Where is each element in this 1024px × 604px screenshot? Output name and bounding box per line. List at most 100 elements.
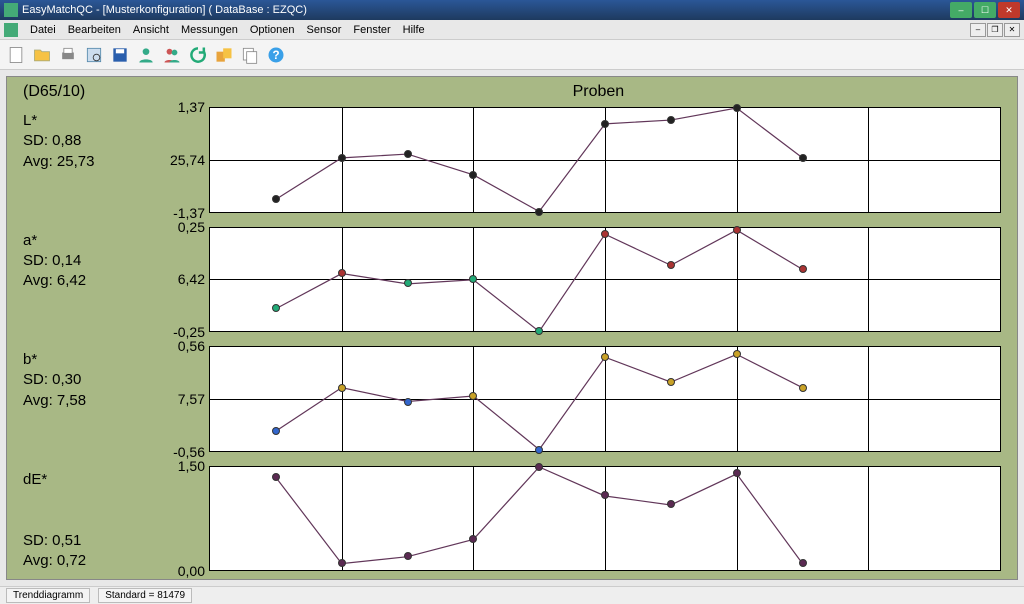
chart-axis: 1,3725,74-1,37 [163,107,209,213]
metric-name: b* [23,350,163,370]
data-point [338,269,346,277]
print-icon[interactable] [56,43,80,67]
menubar: DateiBearbeitenAnsichtMessungenOptionenS… [0,20,1024,40]
user1-icon[interactable] [134,43,158,67]
new-icon[interactable] [4,43,28,67]
data-point [272,195,280,203]
data-point [733,469,741,477]
axis-tick: 0,25 [178,219,205,235]
menu-item-hilfe[interactable]: Hilfe [397,22,431,38]
refresh-icon[interactable] [186,43,210,67]
data-point [404,279,412,287]
data-point [799,384,807,392]
charts-container: L*SD: 0,88Avg: 25,731,3725,74-1,37a*SD: … [23,107,1001,571]
axis-tick: 0,00 [178,563,205,579]
axis-tick: 0,56 [178,338,205,354]
trend-panel: (D65/10) Proben L*SD: 0,88Avg: 25,731,37… [6,76,1018,580]
save-icon[interactable] [108,43,132,67]
axis-tick: 6,42 [178,271,205,287]
data-point [667,261,675,269]
data-point [272,427,280,435]
chart-axis: 0,567,57-0,56 [163,346,209,452]
chart-axis: 1,500,00 [163,466,209,572]
metric-avg: Avg: 6,42 [23,271,163,291]
data-point [799,154,807,162]
help-icon[interactable]: ? [264,43,288,67]
menu-item-datei[interactable]: Datei [24,22,62,38]
chart-row-astar: a*SD: 0,14Avg: 6,420,256,42-0,25 [23,227,1001,333]
menu-item-bearbeiten[interactable]: Bearbeiten [62,22,127,38]
print-preview-icon[interactable] [82,43,106,67]
data-point [667,116,675,124]
data-point [469,275,477,283]
maximize-button[interactable]: ☐ [974,2,996,18]
data-point [733,104,741,112]
data-point [272,473,280,481]
panel-heading: (D65/10) [23,83,85,101]
chart-plot [209,227,1001,333]
data-point [799,265,807,273]
data-point [601,353,609,361]
status-tab[interactable]: Trenddiagramm [6,588,90,603]
data-point [799,559,807,567]
chart-plot [209,107,1001,213]
chart-row-Lstar: L*SD: 0,88Avg: 25,731,3725,74-1,37 [23,107,1001,213]
mdi-close-button[interactable]: ✕ [1004,23,1020,37]
chart-labels: b*SD: 0,30Avg: 7,58 [23,346,163,452]
data-point [338,154,346,162]
menu-item-ansicht[interactable]: Ansicht [127,22,175,38]
user2-icon[interactable] [160,43,184,67]
mdi-buttons: – ❐ ✕ [970,23,1020,37]
axis-tick: 25,74 [170,152,205,168]
chart-title: Proben [573,83,625,101]
chart-plot [209,466,1001,572]
mdi-minimize-button[interactable]: – [970,23,986,37]
metric-avg: Avg: 25,73 [23,152,163,172]
data-point [667,500,675,508]
data-point [601,230,609,238]
data-point [667,378,675,386]
menu-item-messungen[interactable]: Messungen [175,22,244,38]
metric-sd: SD: 0,14 [23,251,163,271]
metric-name: dE* [23,470,163,490]
content-area: (D65/10) Proben L*SD: 0,88Avg: 25,731,37… [0,70,1024,586]
axis-tick: 1,50 [178,458,205,474]
metric-avg: Avg: 7,58 [23,391,163,411]
metric-sd: SD: 0,51 [23,531,163,551]
menu-item-fenster[interactable]: Fenster [347,22,396,38]
copy-icon[interactable] [238,43,262,67]
data-point [601,120,609,128]
data-point [404,552,412,560]
move-icon[interactable] [212,43,236,67]
data-point [404,150,412,158]
data-point [469,535,477,543]
toolbar: ? [0,40,1024,70]
axis-tick: 1,37 [178,99,205,115]
metric-avg: Avg: 0,72 [23,551,163,571]
data-point [733,350,741,358]
minimize-button[interactable]: – [950,2,972,18]
svg-text:?: ? [272,49,279,62]
chart-row-dEstar: dE* SD: 0,51Avg: 0,721,500,00 [23,466,1001,572]
status-standard: Standard = 81479 [98,588,192,603]
app-icon [4,3,18,17]
data-point [535,446,543,454]
metric-sd: SD: 0,88 [23,131,163,151]
data-point [338,384,346,392]
chart-axis: 0,256,42-0,25 [163,227,209,333]
data-point [338,559,346,567]
axis-tick: 7,57 [178,391,205,407]
titlebar: EasyMatchQC - [Musterkonfiguration] ( Da… [0,0,1024,20]
data-point [404,398,412,406]
data-point [535,463,543,471]
statusbar: Trenddiagramm Standard = 81479 [0,586,1024,604]
window-title: EasyMatchQC - [Musterkonfiguration] ( Da… [22,4,950,16]
metric-name: a* [23,231,163,251]
window-buttons: – ☐ ✕ [950,2,1020,18]
menu-item-optionen[interactable]: Optionen [244,22,301,38]
close-button[interactable]: ✕ [998,2,1020,18]
open-icon[interactable] [30,43,54,67]
menu-item-sensor[interactable]: Sensor [301,22,348,38]
chart-row-bstar: b*SD: 0,30Avg: 7,580,567,57-0,56 [23,346,1001,452]
mdi-restore-button[interactable]: ❐ [987,23,1003,37]
